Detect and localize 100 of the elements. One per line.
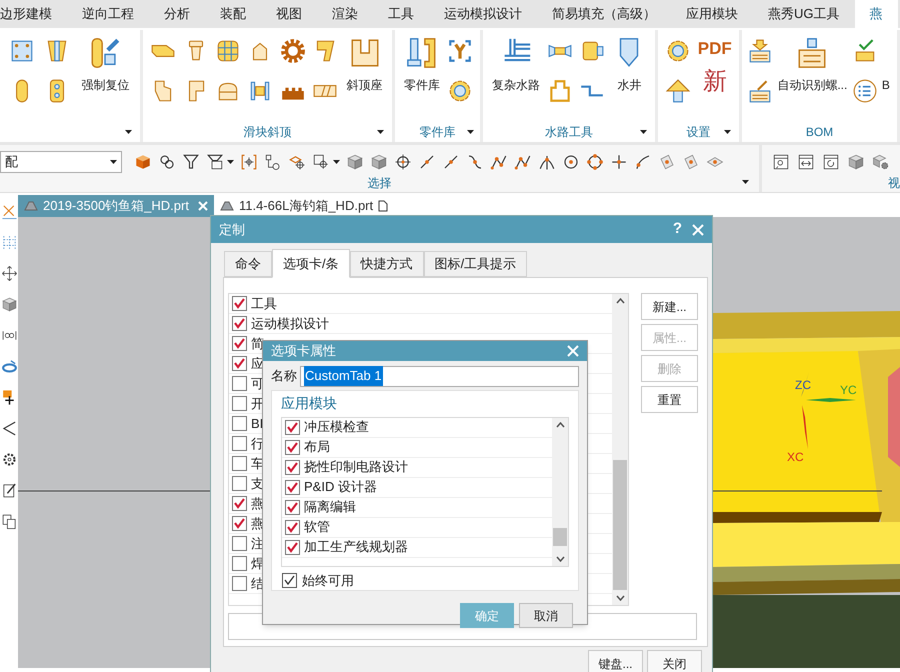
scrollbar-thumb[interactable] (613, 460, 627, 590)
move-icon[interactable] (0, 265, 18, 282)
checkbox[interactable] (232, 416, 247, 431)
funnel-table-icon[interactable] (206, 152, 224, 170)
curve-icon[interactable] (466, 152, 484, 170)
checkbox[interactable] (232, 556, 247, 571)
edit-doc-icon[interactable] (0, 482, 18, 499)
selection-filter-dropdown[interactable]: 配 (0, 150, 122, 172)
solid-box-icon[interactable] (0, 296, 18, 313)
caret-icon[interactable] (333, 160, 340, 164)
dashed-grid-icon[interactable] (0, 234, 18, 251)
checkbox[interactable] (285, 480, 300, 494)
tray-down-icon[interactable] (747, 38, 774, 64)
gear-icon[interactable] (280, 38, 306, 64)
checkbox[interactable] (285, 440, 300, 454)
plate-icon[interactable] (8, 38, 35, 64)
funnel-icon[interactable] (182, 152, 200, 170)
lens-icon[interactable] (0, 358, 18, 375)
checkbox[interactable] (232, 536, 247, 551)
caret-icon[interactable] (724, 130, 731, 134)
chevron-up-icon[interactable] (616, 298, 624, 304)
checkbox[interactable] (232, 316, 247, 331)
pdf-export-button[interactable]: PDF (698, 40, 732, 57)
close-icon[interactable] (692, 224, 704, 236)
dialog-button[interactable]: 新建... (641, 293, 698, 320)
plate-point-icon[interactable] (658, 152, 676, 170)
cube-icon[interactable] (134, 152, 152, 170)
dialog-button[interactable]: 关闭 (647, 650, 702, 672)
caret-icon[interactable] (125, 130, 132, 134)
close-icon[interactable] (567, 344, 579, 357)
ribbon-button[interactable]: 水井 (610, 36, 648, 94)
gear-small-icon[interactable] (0, 451, 18, 468)
node-tree-icon[interactable] (264, 152, 282, 170)
name-field[interactable]: CustomTab 1 (300, 366, 579, 386)
menu-tab[interactable]: 分析 (149, 0, 205, 28)
scrollbar[interactable] (612, 294, 628, 605)
caret-icon[interactable] (467, 130, 474, 134)
dialog-button[interactable]: 键盘... (588, 650, 643, 672)
checkbox[interactable] (232, 356, 247, 371)
y-frame-icon[interactable] (447, 38, 474, 64)
ribbon-button[interactable]: 斜顶座 (344, 36, 385, 94)
scrollbar[interactable] (552, 418, 568, 566)
tray-pencil-icon[interactable] (747, 78, 774, 104)
line-icon[interactable] (418, 152, 436, 170)
caret-icon[interactable] (227, 160, 234, 164)
chevron-up-icon[interactable] (556, 422, 564, 428)
ribbon-button[interactable]: 零件库 (402, 36, 442, 94)
plate-point-icon[interactable] (682, 152, 700, 170)
menu-tab[interactable]: 装配 (205, 0, 261, 28)
ring-icon[interactable] (447, 78, 474, 104)
menu-tab[interactable]: 边形建模 (0, 0, 67, 28)
gear-cube-icon[interactable] (872, 152, 890, 170)
checkbox[interactable] (232, 496, 247, 511)
chevron-down-icon[interactable] (616, 595, 624, 601)
checkbox[interactable] (232, 516, 247, 531)
checkbox[interactable] (285, 460, 300, 474)
checkbox[interactable] (285, 420, 300, 434)
menu-tab[interactable]: 燕 (854, 0, 898, 28)
checkbox[interactable] (232, 436, 247, 451)
dialog-tab[interactable]: 命令 (224, 251, 272, 277)
point-circle-icon[interactable] (562, 152, 580, 170)
checkbox[interactable] (285, 520, 300, 534)
line-icon[interactable] (442, 152, 460, 170)
angle-icon[interactable] (0, 420, 18, 437)
polyline-icon[interactable] (490, 152, 508, 170)
chevron-down-icon[interactable] (556, 556, 564, 562)
ring-icon[interactable] (665, 38, 692, 64)
checkbox[interactable] (285, 500, 300, 514)
checkbox[interactable] (232, 376, 247, 391)
solid-box-icon[interactable] (370, 152, 388, 170)
solid-box-icon[interactable] (847, 152, 865, 170)
caret-icon[interactable] (742, 180, 749, 184)
checkbox[interactable] (232, 456, 247, 471)
plus-icon[interactable] (610, 152, 628, 170)
dialog-tab[interactable]: 快捷方式 (350, 251, 424, 277)
menu-tab[interactable]: 应用模块 (671, 0, 753, 28)
link-icon[interactable] (158, 152, 176, 170)
circle-nodes-icon[interactable] (586, 152, 604, 170)
caret-icon[interactable] (110, 160, 117, 164)
arc-line-icon[interactable] (634, 152, 652, 170)
arrow-up-icon[interactable] (665, 78, 692, 104)
ribbon-button[interactable]: 复杂水路 (490, 36, 542, 94)
checkbox[interactable] (232, 476, 247, 491)
polyline-icon[interactable] (514, 152, 532, 170)
checkbox[interactable] (285, 540, 300, 554)
ribbon-button[interactable]: B (880, 36, 892, 94)
grid-plate-icon[interactable] (215, 38, 242, 64)
checkbox[interactable] (232, 336, 247, 351)
menu-tab[interactable]: 运动模拟设计 (429, 0, 537, 28)
scrollbar-thumb[interactable] (553, 528, 567, 546)
menu-tab[interactable]: 工具 (373, 0, 429, 28)
new-button[interactable]: 新 (702, 69, 727, 93)
ribbon-button[interactable]: 自动识别螺... (775, 36, 850, 94)
close-icon[interactable] (198, 201, 208, 211)
view-zoom-icon[interactable] (772, 152, 790, 170)
list-circle-icon[interactable] (852, 78, 878, 104)
menu-tab[interactable]: 逆向工程 (67, 0, 149, 28)
menu-tab[interactable]: 视图 (261, 0, 317, 28)
menu-tab[interactable]: 简易填充（高级） (537, 0, 671, 28)
bracket-target-icon[interactable] (240, 152, 258, 170)
